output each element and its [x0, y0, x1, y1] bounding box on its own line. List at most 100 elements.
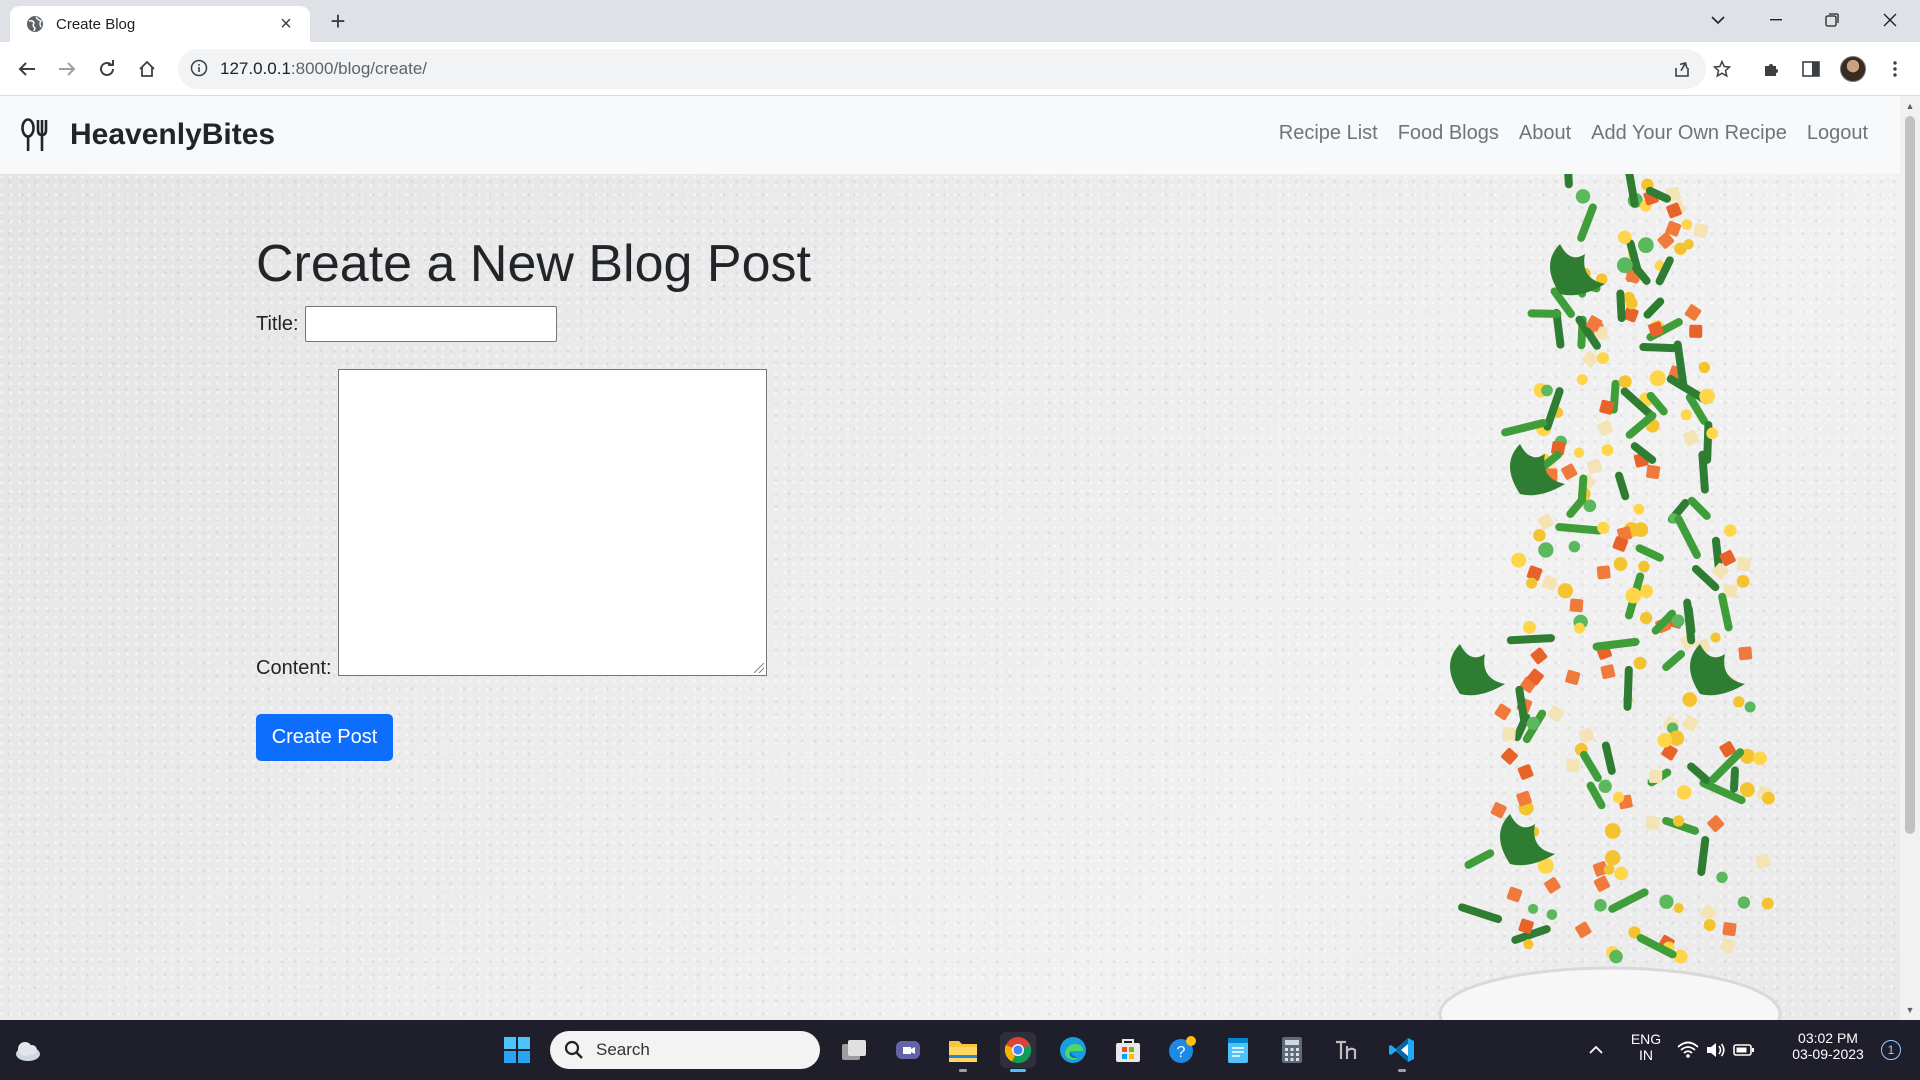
carrot-cube [1537, 513, 1554, 530]
carrot-cube [1593, 875, 1610, 892]
site-info-icon[interactable] [190, 59, 210, 79]
corn-kernel [1680, 409, 1692, 421]
nav-food-blogs[interactable]: Food Blogs [1398, 122, 1499, 145]
windows-start-icon[interactable] [499, 1032, 535, 1068]
content-textarea[interactable] [337, 369, 767, 676]
new-tab-button[interactable]: + [324, 8, 352, 36]
show-hidden-icons-chevron-icon[interactable] [1578, 1032, 1614, 1068]
notification-badge[interactable]: 1 [1876, 1032, 1906, 1068]
calculator-icon[interactable] [1274, 1032, 1310, 1068]
input-language-indicator[interactable]: ENG IN [1618, 1031, 1674, 1063]
network-volume-battery[interactable] [1676, 1032, 1756, 1068]
extensions-puzzle-icon[interactable] [1756, 54, 1786, 84]
carrot-cube [1755, 853, 1771, 869]
chrome-icon[interactable] [1000, 1032, 1036, 1072]
pea [1638, 237, 1654, 254]
nav-add-recipe[interactable]: Add Your Own Recipe [1591, 122, 1787, 145]
cutlery-icon [21, 118, 48, 151]
back-arrow-icon[interactable] [12, 54, 42, 84]
restore-icon[interactable] [1804, 0, 1860, 40]
running-indicator [959, 1069, 967, 1072]
profile-avatar[interactable] [1840, 56, 1866, 82]
share-icon[interactable] [1667, 54, 1697, 84]
green-bean-piece [1577, 203, 1597, 242]
menu-kebab-icon[interactable] [1880, 54, 1910, 84]
tab-title: Create Blog [56, 15, 136, 33]
nav-logout[interactable]: Logout [1807, 122, 1868, 145]
weather-widget-icon[interactable] [10, 1032, 46, 1068]
corn-kernel [1723, 524, 1737, 537]
green-bean-piece [1592, 637, 1640, 651]
teams-chat-icon[interactable] [890, 1032, 926, 1068]
carrot-cube [1502, 727, 1516, 741]
carrot-cube [1578, 727, 1595, 744]
green-bean-piece [1506, 634, 1555, 645]
corn-kernel [1625, 587, 1642, 604]
pea [1541, 384, 1553, 397]
pea [1744, 701, 1756, 713]
green-bean-piece [1624, 174, 1639, 208]
create-post-button[interactable]: Create Post [256, 714, 393, 761]
page-viewport: HeavenlyBites Recipe List Food Blogs Abo… [0, 96, 1920, 1020]
corn-kernel [1573, 447, 1585, 458]
title-input[interactable] [304, 306, 557, 342]
notepad-icon[interactable] [1220, 1032, 1256, 1068]
pea [1528, 903, 1539, 914]
taskbar-search[interactable]: Search [550, 1031, 820, 1069]
nav-about[interactable]: About [1519, 122, 1571, 145]
scroll-down-arrow-icon[interactable]: ▼ [1900, 1002, 1920, 1018]
get-help-icon[interactable]: ? [1165, 1032, 1201, 1068]
browser-toolbar: 127.0.0.1:8000/blog/create/ [0, 42, 1920, 96]
green-bean-piece [1562, 174, 1573, 189]
carrot-cube [1596, 565, 1611, 580]
tab-search-chevron-icon[interactable] [1690, 0, 1746, 40]
battery-icon [1733, 1044, 1754, 1056]
resize-grip-icon[interactable] [753, 663, 764, 673]
corn-kernel [1710, 632, 1721, 643]
pea [1526, 716, 1540, 730]
green-bean-piece [1464, 849, 1495, 869]
close-window-icon[interactable] [1862, 0, 1918, 40]
side-panel-icon[interactable] [1796, 54, 1826, 84]
forward-arrow-icon[interactable] [52, 54, 82, 84]
edge-icon[interactable] [1055, 1032, 1091, 1068]
bookmark-star-icon[interactable] [1707, 54, 1737, 84]
task-view-icon[interactable] [836, 1032, 872, 1068]
green-bean-piece [1674, 514, 1701, 559]
tab-create-blog[interactable]: Create Blog × [10, 6, 310, 42]
language-text: ENG [1630, 1031, 1662, 1047]
carrot-cube [1517, 764, 1534, 780]
pea [1716, 871, 1728, 884]
reload-icon[interactable] [92, 54, 122, 84]
green-bean-piece [1614, 471, 1630, 501]
green-bean-piece [1608, 888, 1649, 913]
page-scrollbar[interactable]: ▲ ▼ [1900, 96, 1920, 1020]
corn-kernel [1614, 866, 1629, 881]
close-tab-icon[interactable]: × [274, 12, 298, 36]
corn-kernel [1682, 692, 1698, 707]
nav-recipe-list[interactable]: Recipe List [1279, 122, 1378, 145]
corn-kernel [1576, 374, 1588, 385]
carrot-cube [1494, 703, 1512, 721]
scrollbar-thumb[interactable] [1905, 116, 1915, 834]
vscode-icon[interactable] [1384, 1032, 1420, 1072]
notification-count: 1 [1881, 1040, 1901, 1060]
file-explorer-icon[interactable] [945, 1032, 981, 1072]
parsley-leaf [1690, 644, 1745, 696]
url-path: :8000/blog/create/ [290, 59, 428, 78]
site-brand[interactable]: HeavenlyBites [70, 118, 275, 152]
scroll-up-arrow-icon[interactable]: ▲ [1900, 98, 1920, 114]
clock[interactable]: 03:02 PM 03-09-2023 [1768, 1030, 1888, 1062]
form-heading-wrap: Create a New Blog Post [256, 234, 811, 294]
url-host: 127.0.0.1 [220, 59, 291, 78]
minimize-icon[interactable] [1748, 0, 1804, 40]
address-bar[interactable]: 127.0.0.1:8000/blog/create/ [178, 49, 1706, 89]
microsoft-store-icon[interactable] [1110, 1032, 1146, 1068]
wifi-icon [1677, 1041, 1699, 1058]
green-bean-piece [1655, 256, 1674, 286]
home-icon[interactable] [132, 54, 162, 84]
clock-time: 03:02 PM [1798, 1030, 1858, 1046]
site-navbar: HeavenlyBites Recipe List Food Blogs Abo… [0, 96, 1900, 174]
carrot-cube [1683, 430, 1699, 446]
font-app-icon[interactable] [1329, 1032, 1365, 1068]
